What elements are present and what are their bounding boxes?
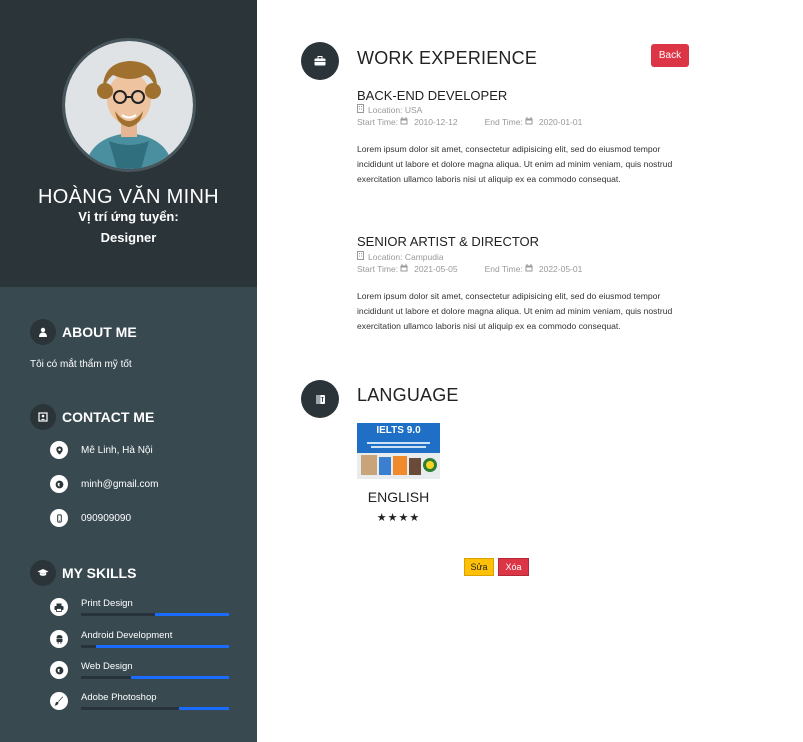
position-label: Vị trí ứng tuyển: <box>78 209 179 224</box>
android-icon <box>50 630 68 648</box>
briefcase-icon <box>301 42 339 80</box>
user-icon <box>30 319 56 345</box>
skills-title: MY SKILLS <box>62 565 137 581</box>
skill-bar <box>81 707 229 710</box>
delete-button[interactable]: Xóa <box>498 558 529 576</box>
contact-email: minh@gmail.com <box>50 475 158 493</box>
end-time-value: 2022-05-01 <box>538 264 583 274</box>
ielts-certificate-image: IELTS 9.0 <box>357 423 440 479</box>
language-icon <box>301 380 339 418</box>
start-time-value: 2010-12-12 <box>414 117 458 127</box>
skill-bar-fill <box>178 707 229 710</box>
edit-button[interactable]: Sửa <box>464 558 494 576</box>
job-description: Lorem ipsum dolor sit amet, consectetur … <box>357 144 673 184</box>
contact-title: CONTACT ME <box>62 409 155 425</box>
contact-address: Mê Linh, Hà Nội <box>50 441 153 459</box>
skill-label: Print Design <box>81 598 133 609</box>
calendar-icon <box>525 117 533 127</box>
address-text: Mê Linh, Hà Nội <box>81 444 153 456</box>
graduation-cap-icon <box>30 560 56 586</box>
profile-name: HOÀNG VĂN MINH <box>38 186 219 208</box>
globe-icon <box>50 475 68 493</box>
sidebar: HOÀNG VĂN MINH Vị trí ứng tuyển: Designe… <box>0 0 257 742</box>
map-pin-icon <box>50 441 68 459</box>
phone-icon <box>50 509 68 527</box>
email-text[interactable]: minh@gmail.com <box>81 479 158 490</box>
job-description: Lorem ipsum dolor sit amet, consectetur … <box>357 291 673 331</box>
skill-label: Adobe Photoshop <box>81 692 157 703</box>
end-time-value: 2020-01-01 <box>538 117 583 127</box>
skill-item-web-design: Web Design <box>50 661 229 679</box>
job-title: SENIOR ARTIST & DIRECTOR <box>357 234 540 249</box>
calendar-icon <box>400 264 408 274</box>
calendar-icon <box>525 264 533 274</box>
brush-icon <box>50 692 68 710</box>
building-icon <box>357 251 364 262</box>
job-location: Location: USA <box>357 104 422 115</box>
contact-card-icon <box>30 404 56 430</box>
skill-item-android-development: Android Development <box>50 630 229 648</box>
end-time-label: End Time: <box>484 264 523 274</box>
start-time-label: Start Time: <box>357 264 399 274</box>
skill-bar-fill <box>131 676 229 679</box>
language-title: LANGUAGE <box>357 385 459 405</box>
contact-section-header: CONTACT ME <box>30 404 154 430</box>
contact-phone: 090909090 <box>50 509 131 527</box>
position-value: Designer <box>100 230 157 245</box>
avatar <box>62 38 196 172</box>
skill-label: Android Development <box>81 630 173 641</box>
printer-icon <box>50 598 68 616</box>
language-name: ENGLISH <box>367 489 430 505</box>
skill-bar <box>81 613 229 616</box>
about-title: ABOUT ME <box>62 324 137 340</box>
job-title: BACK-END DEVELOPER <box>357 88 508 103</box>
language-rating-stars: ★★★★ <box>376 512 421 524</box>
about-section-header: ABOUT ME <box>30 319 137 345</box>
ielts-label: IELTS 9.0 <box>376 425 421 436</box>
skill-bar <box>81 676 229 679</box>
skill-item-adobe-photoshop: Adobe Photoshop <box>50 692 229 710</box>
calendar-icon <box>400 117 408 127</box>
avatar-photo <box>65 41 193 169</box>
work-experience-title: WORK EXPERIENCE <box>357 48 538 68</box>
start-time-value: 2021-05-05 <box>414 264 458 274</box>
building-icon <box>357 104 364 115</box>
start-time-label: Start Time: <box>357 117 399 127</box>
job-time: Start Time: 2010-12-12 End Time: 2020-01… <box>357 117 582 127</box>
phone-text: 090909090 <box>81 512 132 524</box>
profile-header: HOÀNG VĂN MINH Vị trí ứng tuyển: Designe… <box>0 0 257 287</box>
skill-label: Web Design <box>81 661 133 672</box>
about-text: Tôi có mắt thẩm mỹ tốt <box>30 359 132 370</box>
globe-icon <box>50 661 68 679</box>
job-location-text: Location: USA <box>368 104 423 115</box>
skill-bar-fill <box>155 613 229 616</box>
skill-bar <box>81 645 229 648</box>
job-location-text: Location: Campudia <box>368 251 444 262</box>
skill-item-print-design: Print Design <box>50 598 229 616</box>
end-time-label: End Time: <box>484 117 523 127</box>
back-button[interactable]: Back <box>651 44 689 67</box>
skill-bar-fill <box>95 645 229 648</box>
job-location: Location: Campudia <box>357 251 444 262</box>
job-time: Start Time: 2021-05-05 End Time: 2022-05… <box>357 264 582 274</box>
skills-section-header: MY SKILLS <box>30 560 136 586</box>
